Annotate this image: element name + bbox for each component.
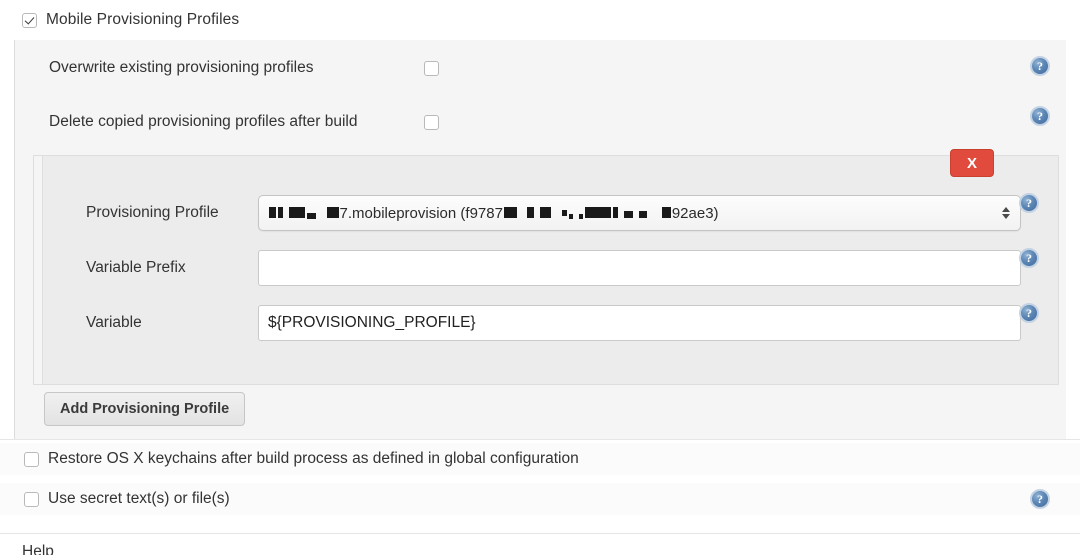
mobile-provisioning-profiles-header: Mobile Provisioning Profiles	[0, 0, 1080, 40]
mobile-provisioning-profiles-label: Mobile Provisioning Profiles	[46, 11, 239, 29]
settings-panel: Mobile Provisioning Profiles Overwrite e…	[0, 0, 1080, 555]
mobile-provisioning-profiles-checkbox[interactable]	[22, 13, 37, 28]
help-icon-variable-prefix[interactable]: ?	[1019, 248, 1039, 268]
delete-copied-profiles-row: Delete copied provisioning profiles afte…	[15, 108, 1066, 136]
help-glyph: ?	[1037, 110, 1043, 122]
variable-prefix-input[interactable]	[258, 250, 1021, 286]
section-divider-bottom	[0, 533, 1080, 534]
provisioning-profile-card: X Provisioning Profile 7.mobileprovision…	[33, 155, 1059, 385]
overwrite-profiles-row: Overwrite existing provisioning profiles	[15, 54, 1066, 82]
help-glyph: ?	[1037, 60, 1043, 72]
variable-prefix-label: Variable Prefix	[86, 259, 258, 277]
restore-keychains-label: Restore OS X keychains after build proce…	[48, 450, 579, 468]
restore-keychains-row: Restore OS X keychains after build proce…	[0, 443, 1080, 475]
provisioning-profile-select[interactable]: 7.mobileprovision (f9787 92ae3)	[258, 195, 1021, 231]
help-glyph: ?	[1026, 197, 1032, 209]
mobile-provisioning-profiles-checkbox-wrap[interactable]	[22, 13, 37, 28]
use-secret-text-checkbox[interactable]	[24, 492, 39, 507]
remove-provisioning-profile-button[interactable]: X	[950, 149, 994, 177]
select-stepper-icon	[1001, 204, 1010, 222]
use-secret-text-label: Use secret text(s) or file(s)	[48, 490, 230, 508]
delete-copied-profiles-label: Delete copied provisioning profiles afte…	[49, 113, 424, 131]
use-secret-text-row: Use secret text(s) or file(s)	[0, 483, 1080, 515]
help-icon-overwrite-profiles[interactable]: ?	[1030, 56, 1050, 76]
add-provisioning-profile-button[interactable]: Add Provisioning Profile	[44, 392, 245, 426]
provisioning-section: Overwrite existing provisioning profiles…	[14, 40, 1066, 439]
cut-off-next-section-label: Help	[22, 543, 54, 555]
provisioning-profile-label: Provisioning Profile	[86, 204, 258, 222]
restore-keychains-checkbox[interactable]	[24, 452, 39, 467]
overwrite-profiles-checkbox[interactable]	[424, 61, 439, 76]
variable-label: Variable	[86, 314, 258, 332]
help-icon-variable[interactable]: ?	[1019, 303, 1039, 323]
help-icon-use-secret-text[interactable]: ?	[1030, 489, 1050, 509]
variable-field-row: Variable	[34, 304, 1058, 342]
help-glyph: ?	[1037, 493, 1043, 505]
overwrite-profiles-label: Overwrite existing provisioning profiles	[49, 59, 424, 77]
help-glyph: ?	[1026, 307, 1032, 319]
variable-input[interactable]	[258, 305, 1021, 341]
delete-copied-profiles-checkbox[interactable]	[424, 115, 439, 130]
help-icon-provisioning-profile[interactable]: ?	[1019, 193, 1039, 213]
help-glyph: ?	[1026, 252, 1032, 264]
variable-prefix-field-row: Variable Prefix	[34, 249, 1058, 287]
provisioning-profile-field-row: Provisioning Profile 7.mobileprovision (…	[34, 194, 1058, 232]
provisioning-profile-value: 7.mobileprovision (f9787 92ae3)	[268, 205, 719, 222]
help-icon-delete-profiles[interactable]: ?	[1030, 106, 1050, 126]
section-divider-top	[0, 439, 1080, 440]
